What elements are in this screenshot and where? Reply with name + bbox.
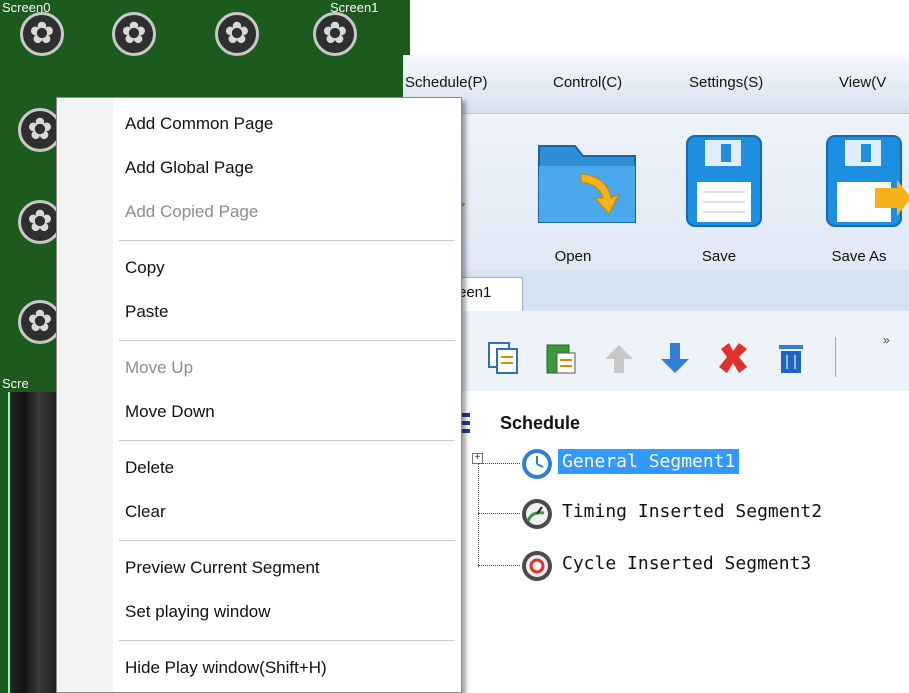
save-label: Save bbox=[701, 248, 737, 265]
toolbar-more-icon[interactable]: » bbox=[883, 333, 890, 347]
tab-strip: een1 bbox=[403, 271, 909, 312]
save-as-button[interactable]: Save As bbox=[809, 124, 909, 265]
paste-icon[interactable] bbox=[545, 341, 577, 375]
screen-label: Scre bbox=[2, 376, 29, 391]
save-button[interactable]: Save bbox=[669, 124, 769, 265]
ribbon: w Open Save bbox=[393, 114, 909, 271]
menu-item-clear[interactable]: Clear bbox=[125, 502, 166, 522]
menu-control[interactable]: Control(C) bbox=[553, 74, 622, 91]
menu-item-move-up: Move Up bbox=[125, 358, 194, 377]
open-button[interactable]: Open bbox=[523, 124, 636, 265]
timer-icon bbox=[522, 499, 552, 529]
tree-connector bbox=[478, 513, 520, 514]
menu-item-set-playing-window[interactable]: Set playing window bbox=[125, 602, 271, 622]
pattern-tile bbox=[20, 12, 64, 56]
screen-label: Screen0 bbox=[2, 0, 51, 15]
menu-bar: Schedule(P) Control(C) Settings(S) View(… bbox=[403, 55, 909, 114]
menu-separator bbox=[119, 540, 455, 542]
save-as-label: Save As bbox=[831, 248, 887, 265]
tree-connector bbox=[478, 463, 520, 464]
schedule-tree: Schedule + General Segment1 Timing Inser… bbox=[452, 395, 909, 693]
move-up-icon[interactable] bbox=[603, 341, 635, 375]
menu-item-copy[interactable]: Copy bbox=[125, 258, 165, 278]
menu-item-add-copied-page: Add Copied Page bbox=[125, 202, 259, 221]
tree-node-general-segment[interactable]: General Segment1 bbox=[558, 449, 740, 474]
move-down-icon[interactable] bbox=[659, 341, 691, 375]
clock-icon bbox=[522, 449, 552, 479]
folder-open-icon bbox=[538, 145, 636, 223]
tree-node-cycle-segment[interactable]: Cycle Inserted Segment3 bbox=[558, 551, 815, 576]
toolbar-separator bbox=[835, 337, 836, 377]
schedule-toolbar: » bbox=[403, 311, 909, 391]
menu-item-move-down[interactable]: Move Down bbox=[125, 402, 215, 422]
menu-item-preview-current-segment[interactable]: Preview Current Segment bbox=[125, 558, 320, 578]
clear-icon[interactable] bbox=[775, 341, 807, 375]
menu-item-delete[interactable]: Delete bbox=[125, 458, 174, 478]
menu-separator bbox=[119, 240, 455, 242]
menu-item-paste[interactable]: Paste bbox=[125, 302, 168, 322]
pattern-tile bbox=[313, 12, 357, 56]
menu-settings[interactable]: Settings(S) bbox=[689, 74, 763, 91]
main-window: Schedule(P) Control(C) Settings(S) View(… bbox=[393, 55, 909, 693]
menu-schedule[interactable]: Schedule(P) bbox=[405, 74, 488, 91]
menu-separator bbox=[119, 640, 455, 642]
copy-icon[interactable] bbox=[487, 341, 519, 375]
tree-connector bbox=[478, 565, 520, 566]
screen-label: Screen1 bbox=[330, 0, 379, 15]
menu-separator bbox=[119, 340, 455, 342]
pattern-tile bbox=[215, 12, 259, 56]
context-menu: Add Common Page Add Global Page Add Copi… bbox=[56, 97, 462, 693]
delete-icon[interactable] bbox=[717, 341, 749, 375]
menu-item-hide-play-window[interactable]: Hide Play window(Shift+H) bbox=[125, 658, 327, 678]
open-label: Open bbox=[554, 248, 592, 265]
menu-view[interactable]: View(V bbox=[839, 74, 886, 91]
tree-root-schedule[interactable]: Schedule bbox=[500, 413, 580, 434]
tree-node-timing-segment[interactable]: Timing Inserted Segment2 bbox=[558, 499, 826, 524]
floppy-save-as-icon bbox=[826, 135, 909, 227]
menu-separator bbox=[119, 440, 455, 442]
menu-item-add-global-page[interactable]: Add Global Page bbox=[125, 158, 254, 178]
cycle-icon bbox=[522, 551, 552, 581]
menu-item-add-common-page[interactable]: Add Common Page bbox=[125, 114, 273, 134]
pattern-tile bbox=[112, 12, 156, 56]
floppy-save-icon bbox=[686, 135, 762, 227]
screen-edge bbox=[8, 392, 60, 693]
